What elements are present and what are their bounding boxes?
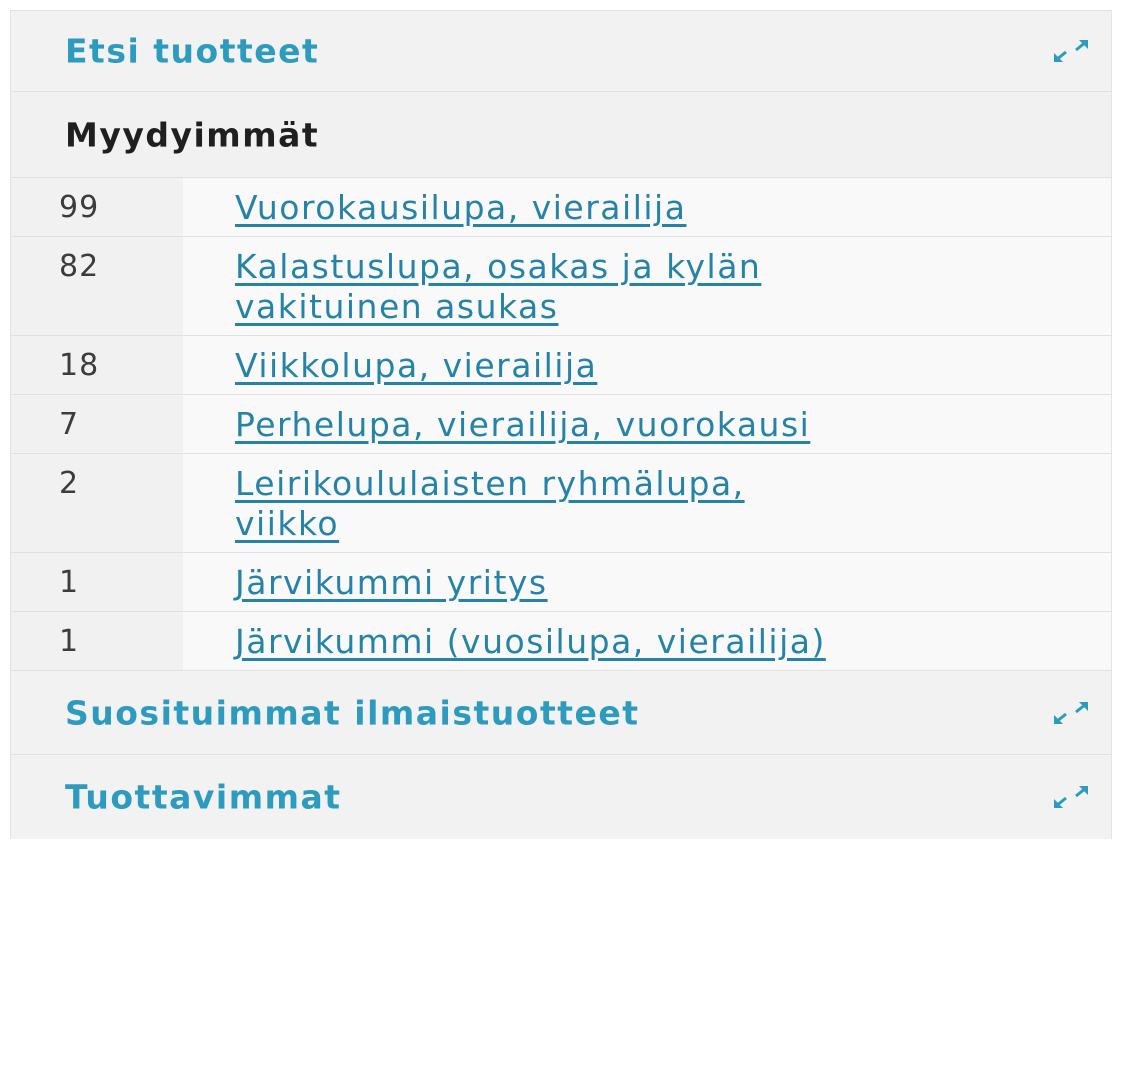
search-products-link[interactable]: Etsi tuotteet [65,32,319,71]
sales-count: 1 [11,611,183,671]
product-link[interactable]: Kalastuslupa, osakas ja kylän vakituinen… [235,247,835,327]
table-row: 1 Järvikummi yritys [11,552,1111,612]
sales-count: 99 [11,178,183,237]
section-popular-free-products[interactable]: Suosituimmat ilmaistuotteet [11,671,1111,755]
most-profitable-link[interactable]: Tuottavimmat [65,778,342,817]
expand-icon[interactable] [1053,785,1089,809]
reports-widget: Etsi tuotteet Myydyimmät 99 Vuorokausilup… [10,10,1112,839]
sales-count: 82 [11,236,183,336]
table-row: 82 Kalastuslupa, osakas ja kylän vakituin… [11,236,1111,336]
product-link[interactable]: Vuorokausilupa, vierailija [235,188,835,228]
section-bestsellers-header: Myydyimmät [11,92,1111,178]
product-cell: Järvikummi yritys [183,552,1111,612]
sales-count: 7 [11,394,183,454]
popular-free-products-link[interactable]: Suosituimmat ilmaistuotteet [65,693,640,732]
product-cell: Vuorokausilupa, vierailija [183,178,1111,237]
product-link[interactable]: Viikkolupa, vierailija [235,346,835,386]
expand-icon[interactable] [1053,39,1089,63]
product-link[interactable]: Perhelupa, vierailija, vuorokausi [235,405,835,445]
table-row: 7 Perhelupa, vierailija, vuorokausi [11,394,1111,454]
table-row: 99 Vuorokausilupa, vierailija [11,178,1111,237]
product-cell: Kalastuslupa, osakas ja kylän vakituinen… [183,236,1111,336]
bestsellers-title: Myydyimmät [65,115,320,154]
product-cell: Viikkolupa, vierailija [183,335,1111,395]
table-row: 1 Järvikummi (vuosilupa, vierailija) [11,611,1111,671]
product-cell: Leirikoululaisten ryhmälupa, viikko [183,453,1111,553]
product-cell: Perhelupa, vierailija, vuorokausi [183,394,1111,454]
bestsellers-table: 99 Vuorokausilupa, vierailija 82 Kalastuslu… [11,178,1111,671]
expand-icon[interactable] [1053,701,1089,725]
section-most-profitable[interactable]: Tuottavimmat [11,755,1111,839]
table-row: 18 Viikkolupa, vierailija [11,335,1111,395]
sales-count: 2 [11,453,183,553]
section-search-products[interactable]: Etsi tuotteet [11,10,1111,92]
product-cell: Järvikummi (vuosilupa, vierailija) [183,611,1111,671]
product-link[interactable]: Leirikoululaisten ryhmälupa, viikko [235,464,835,544]
product-link[interactable]: Järvikummi yritys [235,563,835,603]
table-row: 2 Leirikoululaisten ryhmälupa, viikko [11,453,1111,553]
sales-count: 18 [11,335,183,395]
sales-count: 1 [11,552,183,612]
product-link[interactable]: Järvikummi (vuosilupa, vierailija) [235,622,835,662]
